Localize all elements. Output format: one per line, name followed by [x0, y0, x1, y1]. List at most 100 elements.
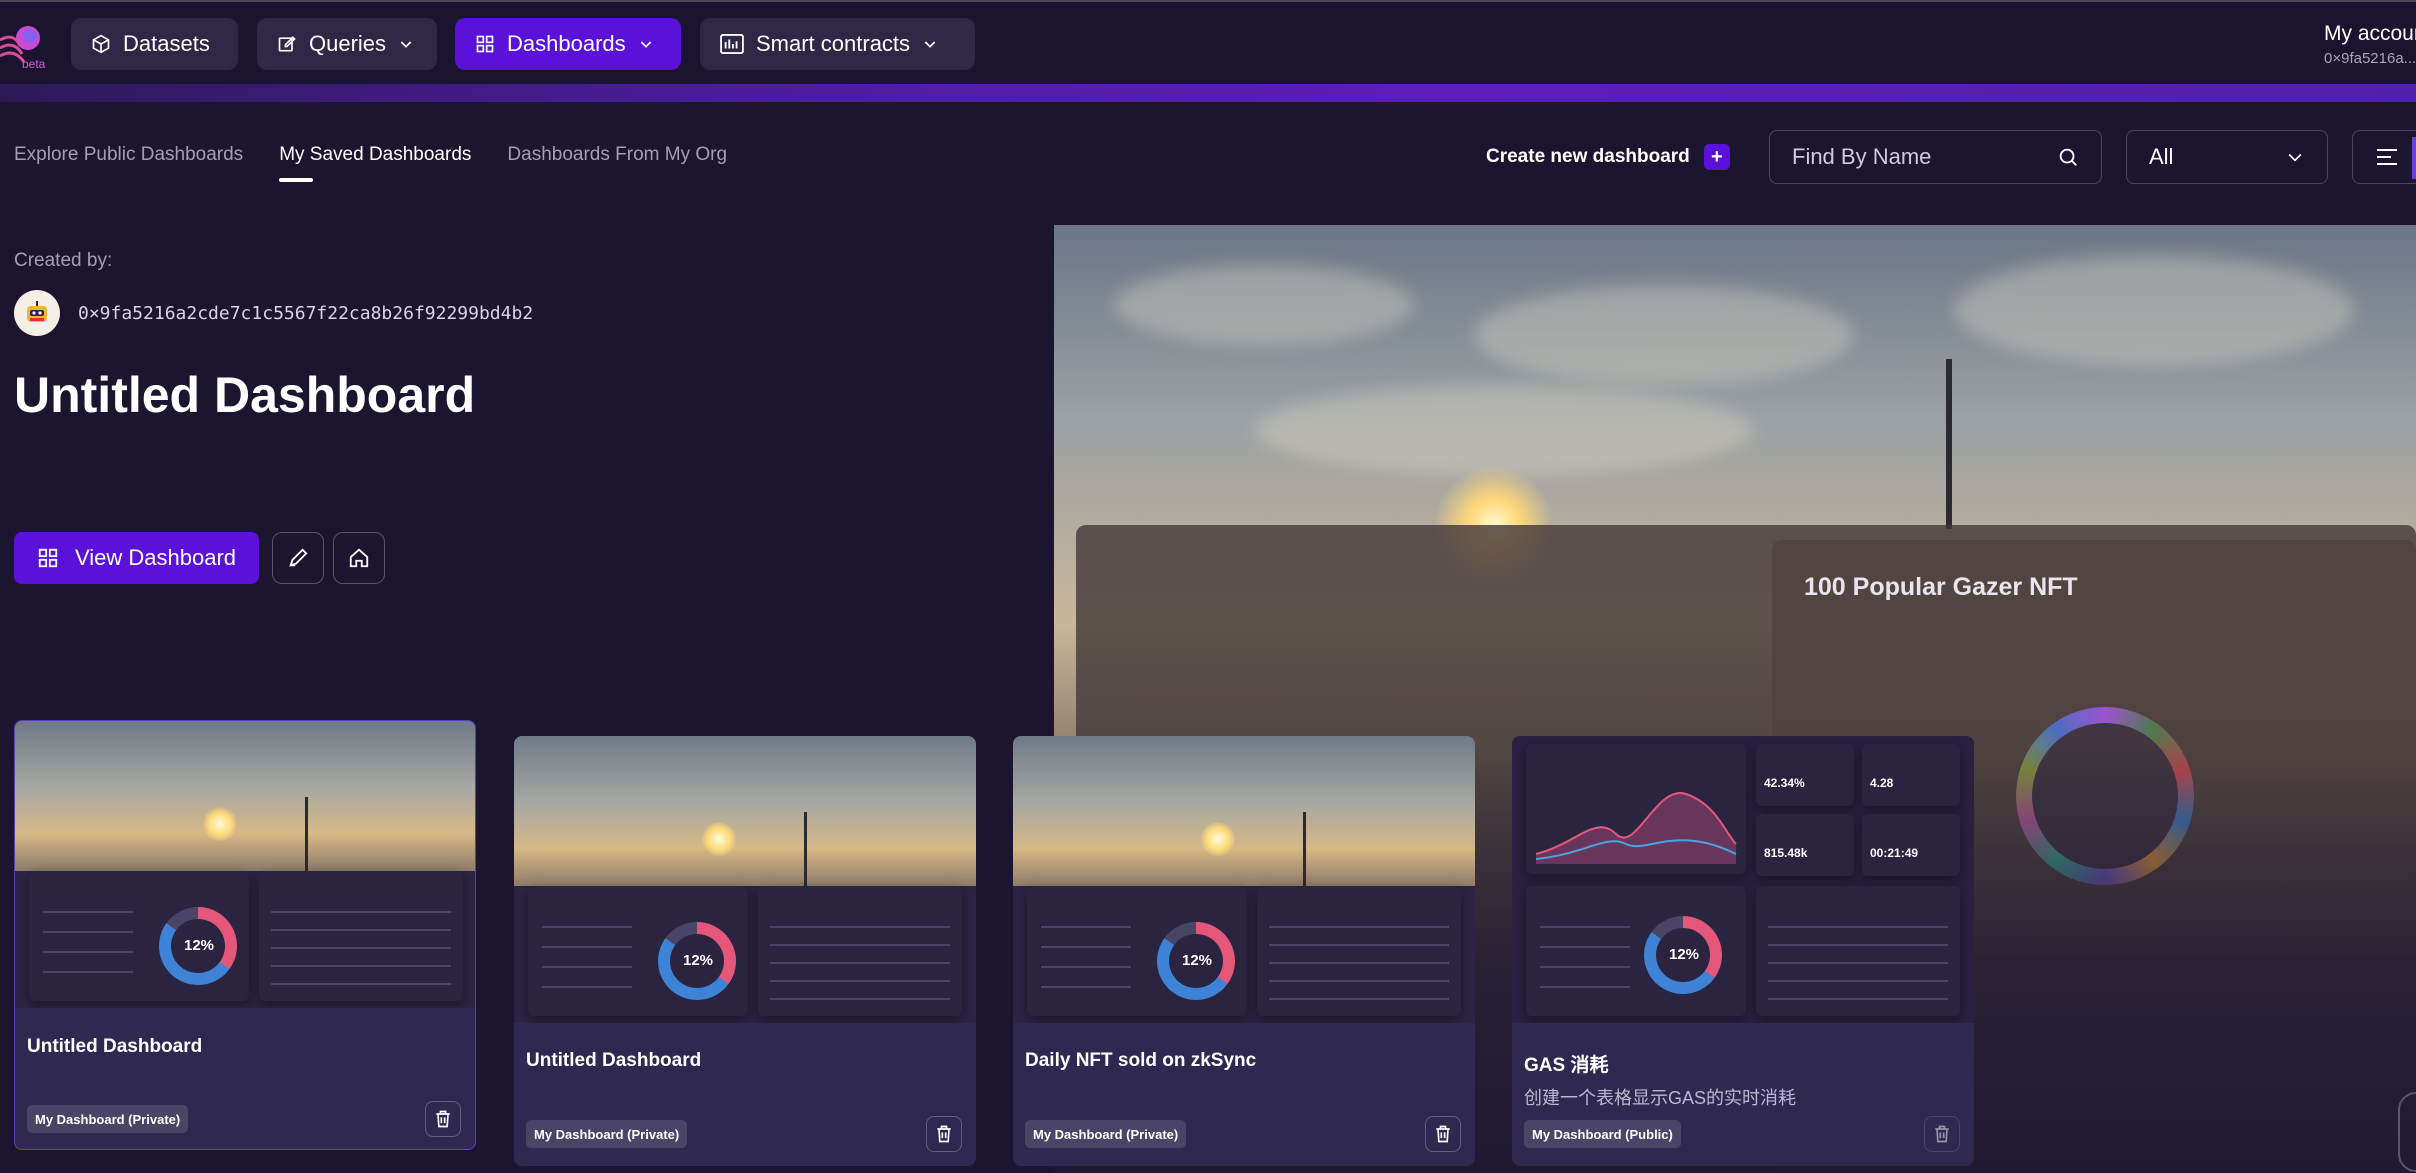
mini-row [1768, 926, 1948, 928]
dashboard-card[interactable]: 42.34% 4.28 815.48k 00:21:49 12% GAS 消耗 … [1512, 736, 1974, 1166]
nav-datasets-label: Datasets [123, 31, 210, 56]
nav-datasets[interactable]: Datasets [71, 18, 238, 70]
grid-icon [476, 35, 494, 53]
create-dashboard-button[interactable]: Create new dashboard + [1486, 144, 1730, 170]
mini-row [542, 946, 632, 948]
card-thumbnail: 12% [1013, 736, 1475, 1023]
mini-row [770, 962, 950, 964]
nav-queries[interactable]: Queries [257, 18, 437, 70]
thumbnail-sky [15, 721, 475, 871]
edit-dashboard-button[interactable] [272, 532, 324, 584]
chevron-down-icon [2288, 153, 2302, 162]
cube-icon [92, 34, 110, 54]
card-thumbnail: 42.34% 4.28 815.48k 00:21:49 12% [1512, 736, 1974, 1023]
edit-square-icon [278, 36, 296, 52]
card-title: GAS 消耗 [1524, 1055, 1609, 1076]
mini-row [1768, 962, 1948, 964]
creator-info: 0×9fa5216a2cde7c1c5567f22ca8b26f92299bd4… [14, 290, 533, 336]
mini-row [271, 911, 451, 913]
mini-row [542, 966, 632, 968]
nav-smart-contracts-label: Smart contracts [756, 31, 911, 56]
create-dashboard-label: Create new dashboard [1486, 146, 1690, 167]
mini-donut-value: 12% [683, 952, 714, 969]
card-title: Daily NFT sold on zkSync [1025, 1050, 1257, 1071]
mini-row [1540, 926, 1630, 928]
mini-geography-panel [259, 871, 463, 1001]
card-title: Untitled Dashboard [27, 1036, 203, 1057]
cloud-shape [1954, 255, 2354, 365]
mini-row [43, 911, 133, 913]
app-logo[interactable]: beta [0, 16, 50, 72]
mini-row [271, 983, 451, 985]
mini-row [770, 944, 950, 946]
set-home-button[interactable] [333, 532, 385, 584]
search-box [1769, 130, 2102, 184]
mini-row [542, 986, 632, 988]
mini-row [1041, 966, 1131, 968]
menu-lines-icon [2377, 149, 2397, 165]
thumbnail-sun [702, 822, 736, 856]
account-label: My account [2324, 22, 2416, 45]
avatar[interactable] [14, 290, 60, 336]
delete-button[interactable] [1924, 1116, 1960, 1152]
mini-traffic-panel: 12% [528, 886, 748, 1016]
mini-donut-value: 12% [184, 937, 215, 954]
mini-row [1768, 980, 1948, 982]
tab-from-org[interactable]: Dashboards From My Org [507, 144, 727, 182]
created-by-label: Created by: [14, 250, 113, 271]
stat-value: 4.28 [1870, 776, 1894, 790]
stat-tile: 4.28 [1862, 744, 1960, 806]
thumbnail-sky [514, 736, 976, 886]
dashboard-card[interactable]: 12% Daily NFT sold on zkSync My Dashboar… [1013, 736, 1475, 1166]
tab-explore-public[interactable]: Explore Public Dashboards [14, 144, 243, 182]
mini-row [1768, 998, 1948, 1000]
mini-row [1041, 946, 1131, 948]
search-icon[interactable] [2057, 146, 2079, 168]
view-dashboard-button[interactable]: View Dashboard [14, 532, 259, 584]
filter-select[interactable]: All [2126, 130, 2328, 184]
mini-traffic-panel: 12% [29, 871, 249, 1001]
preview-panel-title: 100 Popular Gazer NFT [1804, 573, 2078, 601]
mini-row [1041, 986, 1131, 988]
search-input[interactable] [1792, 144, 2032, 170]
thumbnail-turbine [804, 812, 807, 886]
mini-row [1269, 980, 1449, 982]
thumbnail-sky [1013, 736, 1475, 886]
visibility-badge: My Dashboard (Private) [526, 1120, 688, 1148]
nav-dashboards[interactable]: Dashboards [455, 18, 681, 70]
delete-button[interactable] [1425, 1116, 1461, 1152]
thumbnail-sun [203, 807, 237, 841]
account-menu[interactable]: My account 0×9fa5216a... [2324, 22, 2416, 67]
tab-my-saved[interactable]: My Saved Dashboards [279, 144, 471, 182]
mini-geography-panel [758, 886, 962, 1016]
home-icon [349, 548, 369, 568]
delete-button[interactable] [425, 1101, 461, 1137]
thumbnail-turbine [1303, 812, 1306, 886]
mini-row [1269, 926, 1449, 928]
thumbnail-sun [1201, 822, 1235, 856]
dashboard-card[interactable]: 12% Untitled Dashboard My Dashboard (Pri… [514, 736, 976, 1166]
mini-row [1540, 986, 1630, 988]
mini-row [43, 951, 133, 953]
top-nav-bar: beta Datasets Queries Dashboards Smart c… [0, 0, 2416, 84]
mini-row [542, 926, 632, 928]
trash-icon [1935, 1125, 1949, 1143]
mini-row [1269, 998, 1449, 1000]
dashboard-card[interactable]: 12% Untitled Dashboard My Dashboard (Pri… [14, 720, 476, 1150]
header-gradient-strip [0, 84, 2416, 102]
stat-tile: 815.48k [1756, 814, 1854, 876]
delete-button[interactable] [926, 1116, 962, 1152]
view-dashboard-label: View Dashboard [74, 545, 237, 570]
mini-row [1269, 944, 1449, 946]
view-toggle-button[interactable] [2352, 130, 2416, 184]
thumbnail-turbine [305, 797, 308, 871]
mini-line-chart-panel [1526, 744, 1746, 874]
cloud-shape [1474, 285, 1854, 385]
visibility-badge: My Dashboard (Private) [27, 1105, 189, 1133]
mini-row [1768, 944, 1948, 946]
creator-address: 0×9fa5216a2cde7c1c5567f22ca8b26f92299bd4… [78, 302, 534, 324]
mini-donut-value: 12% [1182, 952, 1213, 969]
scroll-handle[interactable] [2398, 1092, 2416, 1172]
nav-smart-contracts[interactable]: Smart contracts [700, 18, 975, 70]
mini-row [1041, 926, 1131, 928]
